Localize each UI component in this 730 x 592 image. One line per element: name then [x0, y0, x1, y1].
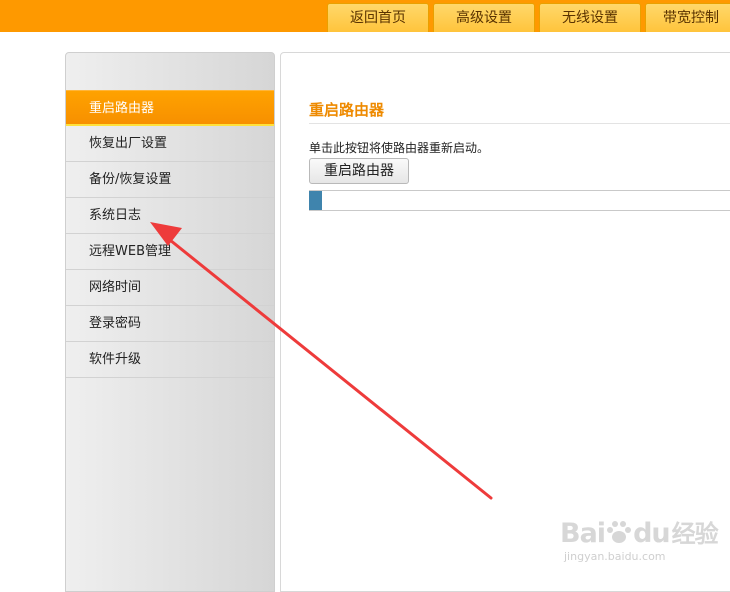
- sidebar-item-reboot[interactable]: 重启路由器: [66, 90, 274, 126]
- reboot-button[interactable]: 重启路由器: [309, 158, 409, 184]
- sidebar-item-backup-restore[interactable]: 备份/恢复设置: [66, 162, 274, 198]
- reboot-progress-bar: [309, 190, 730, 211]
- tab-home[interactable]: 返回首页: [327, 3, 429, 32]
- reboot-description: 单击此按钮将使路由器重新启动。: [309, 141, 490, 155]
- tab-advanced-settings[interactable]: 高级设置: [433, 3, 535, 32]
- sidebar-item-login-password[interactable]: 登录密码: [66, 306, 274, 342]
- content-panel: 重启路由器 单击此按钮将使路由器重新启动。 重启路由器: [280, 52, 730, 592]
- sidebar-item-factory-reset[interactable]: 恢复出厂设置: [66, 126, 274, 162]
- sidebar: 重启路由器 恢复出厂设置 备份/恢复设置 系统日志 远程WEB管理 网络时间 登…: [65, 52, 275, 592]
- tab-wireless-settings[interactable]: 无线设置: [539, 3, 641, 32]
- sidebar-item-remote-web[interactable]: 远程WEB管理: [66, 234, 274, 270]
- progress-fill: [309, 191, 322, 210]
- sidebar-item-firmware-upgrade[interactable]: 软件升级: [66, 342, 274, 378]
- sidebar-item-system-log[interactable]: 系统日志: [66, 198, 274, 234]
- tab-bandwidth-control[interactable]: 带宽控制: [645, 3, 730, 32]
- title-divider: [309, 123, 730, 124]
- sidebar-item-network-time[interactable]: 网络时间: [66, 270, 274, 306]
- page-title: 重启路由器: [309, 101, 385, 119]
